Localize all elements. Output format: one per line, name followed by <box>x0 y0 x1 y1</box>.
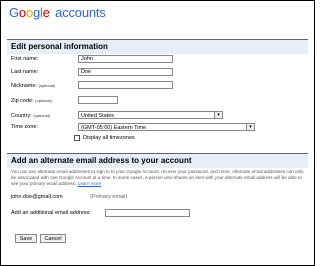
primary-email-tag: (Primary email) <box>90 194 128 200</box>
zip-optional: (optional) <box>35 98 52 103</box>
zip-input[interactable] <box>78 96 118 104</box>
learn-more-link[interactable]: Learn more <box>78 181 102 186</box>
nickname-row: Nickname: (optional) <box>11 81 301 90</box>
chevron-down-icon: ▾ <box>214 112 222 118</box>
add-email-row: Add an additional email address: <box>11 209 301 218</box>
primary-email: john.doe@gmail.com <box>11 194 63 200</box>
country-row: Country: (optional) United States ▾ <box>11 111 301 120</box>
first-name-label: First name: <box>11 56 39 62</box>
zip-row: Zip code: (optional) <box>11 96 301 105</box>
country-select[interactable]: United States ▾ <box>78 111 223 119</box>
save-button[interactable]: Save <box>15 234 37 243</box>
nickname-optional: (optional) <box>38 83 56 88</box>
all-timezones-checkbox[interactable] <box>74 135 80 141</box>
first-name-input[interactable] <box>78 55 173 63</box>
section-title-personal: Edit personal information <box>7 39 308 54</box>
alternate-description: You can use alternate email addresses to… <box>11 169 306 187</box>
first-name-row: First name: <box>11 55 301 64</box>
google-accounts-logo: Google accounts <box>9 5 106 20</box>
add-email-label: Add an additional email address: <box>11 210 91 216</box>
last-name-input[interactable] <box>78 68 173 76</box>
primary-email-row: john.doe@gmail.com (Primary email) <box>11 193 301 202</box>
timezone-label: Time zone: <box>11 124 39 130</box>
logo-letter: o <box>25 5 33 20</box>
section-title-alternate: Add an alternate email address to your a… <box>7 153 308 168</box>
account-page: Google accounts Edit personal informatio… <box>0 0 315 266</box>
alternate-email-section: Add an alternate email address to your a… <box>7 153 308 223</box>
all-timezones-label: Display all timezones <box>83 135 135 141</box>
timezone-row: Time zone: (GMT-05:00) Eastern Time ▾ <box>11 123 301 132</box>
nickname-label: Nickname: (optional) <box>11 81 55 91</box>
last-name-row: Last name: <box>11 68 301 77</box>
cancel-button[interactable]: Cancel <box>40 234 66 243</box>
nickname-input[interactable] <box>78 81 173 89</box>
timezone-select[interactable]: (GMT-05:00) Eastern Time ▾ <box>78 123 255 131</box>
zip-label: Zip code: (optional) <box>11 96 52 106</box>
country-optional: (optional) <box>33 113 51 118</box>
country-value: United States <box>81 113 115 119</box>
logo-suffix: accounts <box>55 5 106 20</box>
last-name-label: Last name: <box>11 69 39 75</box>
country-label: Country: (optional) <box>11 111 50 121</box>
logo-letter: o <box>18 5 26 20</box>
chevron-down-icon: ▾ <box>246 124 254 130</box>
nickname-label-text: Nickname: <box>11 83 37 89</box>
logo-letter: e <box>42 5 50 20</box>
all-timezones-row: Display all timezones <box>74 134 224 143</box>
logo-letter: G <box>9 5 19 20</box>
logo-letter: g <box>32 5 41 20</box>
personal-info-section: Edit personal information First name: La… <box>7 39 308 149</box>
add-email-input[interactable] <box>105 209 190 217</box>
country-label-text: Country: <box>11 113 32 119</box>
alternate-description-text: You can use alternate email addresses to… <box>11 169 304 186</box>
zip-label-text: Zip code: <box>11 98 34 104</box>
timezone-value: (GMT-05:00) Eastern Time <box>81 125 147 131</box>
